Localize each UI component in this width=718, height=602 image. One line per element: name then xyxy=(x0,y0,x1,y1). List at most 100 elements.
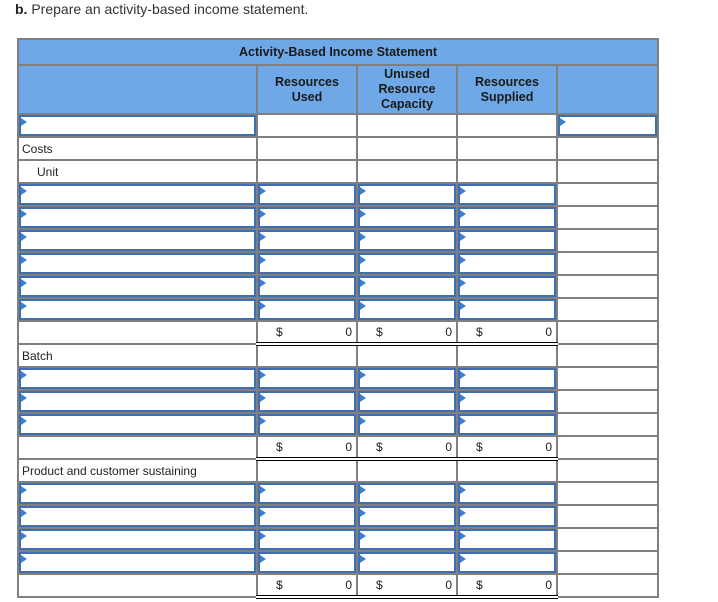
unit-activity-name-input[interactable] xyxy=(21,278,254,295)
unit-resources-used-cell[interactable] xyxy=(256,228,358,253)
product-resources-used-input[interactable] xyxy=(260,554,354,571)
batch-unused-capacity-cell[interactable] xyxy=(356,412,458,437)
unit-unused-capacity-cell[interactable] xyxy=(356,205,458,230)
unit-resources-supplied-input[interactable] xyxy=(460,301,554,318)
product-resources-supplied-input[interactable] xyxy=(460,508,554,525)
product-resources-used-cell[interactable] xyxy=(256,481,358,506)
unit-resources-supplied-cell[interactable] xyxy=(456,297,558,322)
unit-unused-capacity-input[interactable] xyxy=(360,255,454,272)
unit-resources-used-cell[interactable] xyxy=(256,297,358,322)
unit-resources-supplied-input[interactable] xyxy=(460,278,554,295)
batch-activity-name-input[interactable] xyxy=(21,370,254,387)
unit-resources-used-input[interactable] xyxy=(260,186,354,203)
unit-resources-used-cell[interactable] xyxy=(256,182,358,207)
batch-resources-used-input[interactable] xyxy=(260,416,354,433)
top-label-cell[interactable] xyxy=(17,113,258,138)
batch-resources-used-input[interactable] xyxy=(260,393,354,410)
unit-activity-name-input[interactable] xyxy=(21,301,254,318)
product-activity-name-cell[interactable] xyxy=(17,481,258,506)
batch-activity-name-cell[interactable] xyxy=(17,366,258,391)
product-resources-used-cell[interactable] xyxy=(256,550,358,575)
unit-resources-used-cell[interactable] xyxy=(256,251,358,276)
product-activity-name-input[interactable] xyxy=(21,531,254,548)
product-unused-capacity-input[interactable] xyxy=(360,531,454,548)
batch-unused-capacity-input[interactable] xyxy=(360,393,454,410)
unit-unused-capacity-cell[interactable] xyxy=(356,297,458,322)
top-label-input[interactable] xyxy=(21,117,254,134)
unit-activity-name-cell[interactable] xyxy=(17,274,258,299)
unit-activity-name-input[interactable] xyxy=(21,186,254,203)
top-right-cell[interactable] xyxy=(555,113,660,138)
product-resources-used-input[interactable] xyxy=(260,531,354,548)
unit-activity-name-input[interactable] xyxy=(21,255,254,272)
unit-unused-capacity-input[interactable] xyxy=(360,301,454,318)
unit-unused-capacity-cell[interactable] xyxy=(356,182,458,207)
unit-resources-used-input[interactable] xyxy=(260,278,354,295)
unit-resources-supplied-input[interactable] xyxy=(460,255,554,272)
unit-activity-name-input[interactable] xyxy=(21,209,254,226)
batch-activity-name-cell[interactable] xyxy=(17,412,258,437)
batch-unused-capacity-input[interactable] xyxy=(360,370,454,387)
product-activity-name-input[interactable] xyxy=(21,485,254,502)
unit-activity-name-cell[interactable] xyxy=(17,228,258,253)
unit-unused-capacity-input[interactable] xyxy=(360,209,454,226)
unit-resources-used-input[interactable] xyxy=(260,209,354,226)
product-resources-supplied-cell[interactable] xyxy=(456,481,558,506)
product-unused-capacity-cell[interactable] xyxy=(356,550,458,575)
batch-resources-supplied-cell[interactable] xyxy=(456,412,558,437)
product-activity-name-input[interactable] xyxy=(21,508,254,525)
batch-activity-name-input[interactable] xyxy=(21,393,254,410)
unit-unused-capacity-cell[interactable] xyxy=(356,251,458,276)
unit-activity-name-cell[interactable] xyxy=(17,182,258,207)
unit-unused-capacity-input[interactable] xyxy=(360,232,454,249)
batch-activity-name-input[interactable] xyxy=(21,416,254,433)
product-unused-capacity-cell[interactable] xyxy=(356,481,458,506)
unit-unused-capacity-input[interactable] xyxy=(360,278,454,295)
batch-resources-used-cell[interactable] xyxy=(256,366,358,391)
top-right-input[interactable] xyxy=(560,117,656,134)
unit-unused-capacity-cell[interactable] xyxy=(356,274,458,299)
product-resources-supplied-cell[interactable] xyxy=(456,550,558,575)
product-resources-used-input[interactable] xyxy=(260,508,354,525)
unit-resources-supplied-input[interactable] xyxy=(460,186,554,203)
batch-resources-supplied-input[interactable] xyxy=(460,416,554,433)
unit-activity-name-cell[interactable] xyxy=(17,297,258,322)
product-unused-capacity-input[interactable] xyxy=(360,485,454,502)
product-resources-supplied-input[interactable] xyxy=(460,485,554,502)
batch-activity-name-cell[interactable] xyxy=(17,389,258,414)
unit-resources-supplied-input[interactable] xyxy=(460,209,554,226)
unit-resources-supplied-cell[interactable] xyxy=(456,274,558,299)
unit-unused-capacity-cell[interactable] xyxy=(356,228,458,253)
batch-resources-supplied-input[interactable] xyxy=(460,393,554,410)
unit-resources-used-cell[interactable] xyxy=(256,205,358,230)
batch-resources-used-cell[interactable] xyxy=(256,412,358,437)
product-resources-supplied-input[interactable] xyxy=(460,531,554,548)
unit-resources-supplied-cell[interactable] xyxy=(456,182,558,207)
unit-unused-capacity-input[interactable] xyxy=(360,186,454,203)
product-unused-capacity-cell[interactable] xyxy=(356,527,458,552)
batch-resources-supplied-input[interactable] xyxy=(460,370,554,387)
product-activity-name-input[interactable] xyxy=(21,554,254,571)
unit-resources-used-input[interactable] xyxy=(260,255,354,272)
unit-activity-name-cell[interactable] xyxy=(17,205,258,230)
product-unused-capacity-cell[interactable] xyxy=(356,504,458,529)
batch-resources-used-cell[interactable] xyxy=(256,389,358,414)
product-resources-supplied-cell[interactable] xyxy=(456,504,558,529)
batch-resources-supplied-cell[interactable] xyxy=(456,366,558,391)
batch-resources-supplied-cell[interactable] xyxy=(456,389,558,414)
unit-resources-used-cell[interactable] xyxy=(256,274,358,299)
product-resources-supplied-cell[interactable] xyxy=(456,527,558,552)
product-resources-used-cell[interactable] xyxy=(256,527,358,552)
product-unused-capacity-input[interactable] xyxy=(360,554,454,571)
product-activity-name-cell[interactable] xyxy=(17,550,258,575)
product-activity-name-cell[interactable] xyxy=(17,504,258,529)
batch-unused-capacity-input[interactable] xyxy=(360,416,454,433)
product-resources-supplied-input[interactable] xyxy=(460,554,554,571)
unit-resources-supplied-cell[interactable] xyxy=(456,205,558,230)
product-resources-used-input[interactable] xyxy=(260,485,354,502)
batch-resources-used-input[interactable] xyxy=(260,370,354,387)
unit-resources-supplied-cell[interactable] xyxy=(456,228,558,253)
unit-resources-used-input[interactable] xyxy=(260,301,354,318)
batch-unused-capacity-cell[interactable] xyxy=(356,366,458,391)
unit-activity-name-cell[interactable] xyxy=(17,251,258,276)
